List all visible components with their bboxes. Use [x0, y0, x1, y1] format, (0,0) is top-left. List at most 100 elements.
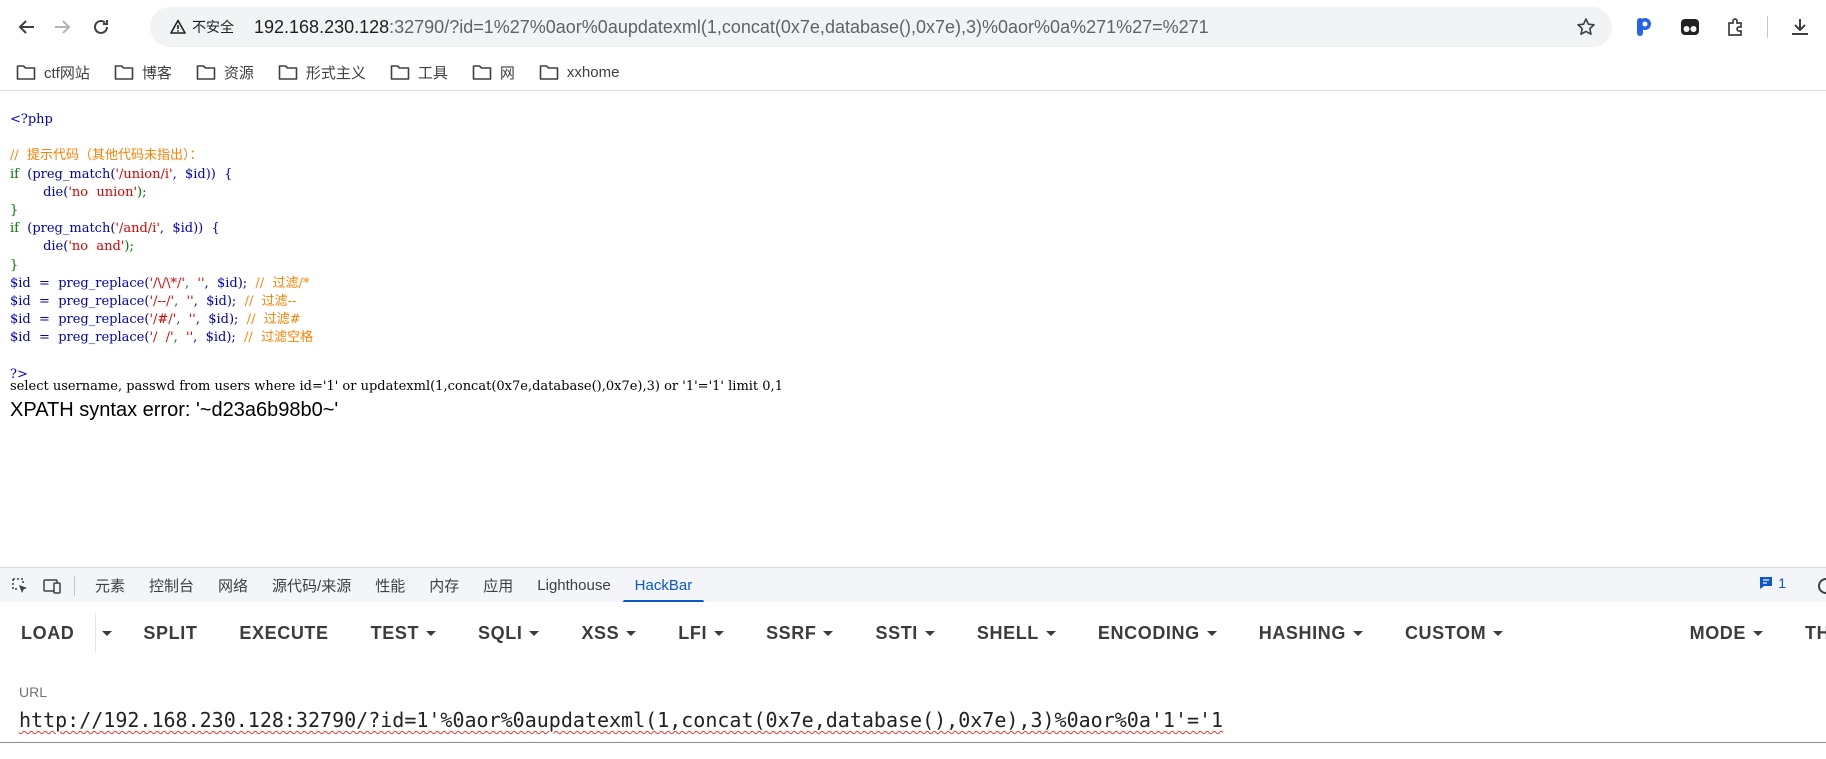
tab-divider — [74, 575, 75, 596]
reload-button[interactable] — [87, 13, 115, 41]
download-button[interactable] — [1786, 13, 1814, 41]
custom-menu-button[interactable]: CUSTOM — [1384, 623, 1524, 644]
test-label: TEST — [370, 622, 420, 643]
address-bar[interactable]: 不安全 192.168.230.128:32790/?id=1%27%0aor%… — [150, 7, 1612, 47]
sql-query-output: select username, passwd from users where… — [10, 379, 783, 394]
code-call: = preg_replace( — [30, 312, 150, 328]
back-button[interactable] — [13, 13, 41, 41]
chevron-down-icon — [626, 630, 637, 636]
extensions-button[interactable] — [1722, 13, 1750, 41]
chevron-down-icon — [1045, 630, 1056, 636]
bookmark-folder[interactable]: 资源 — [196, 62, 254, 83]
code-args: , $id)) { — [159, 221, 220, 237]
tab-lighthouse[interactable]: Lighthouse — [525, 568, 622, 603]
bookmark-folder[interactable]: ctf网站 — [16, 62, 90, 83]
tab-sources[interactable]: 源代码/来源 — [260, 568, 363, 603]
ssti-label: SSTI — [875, 622, 918, 643]
bookmark-label: ctf网站 — [44, 64, 90, 82]
sqli-label: SQLI — [478, 622, 523, 643]
code-string: '/and/i' — [115, 221, 160, 237]
code-brace: } — [10, 203, 19, 219]
code-args: , $id); — [195, 312, 239, 328]
gear-icon — [1818, 578, 1826, 594]
folder-icon — [390, 65, 410, 80]
url-text[interactable]: 192.168.230.128:32790/?id=1%27%0aor%0aup… — [254, 17, 1209, 38]
bookmark-label: 博客 — [141, 64, 172, 82]
code-args: , $id); — [193, 294, 237, 310]
security-label: 不安全 — [192, 19, 234, 35]
shell-menu-button[interactable]: SHELL — [956, 623, 1077, 644]
load-button[interactable]: LOAD — [0, 623, 95, 644]
tab-hackbar[interactable]: HackBar — [622, 568, 705, 603]
tab-application[interactable]: 应用 — [471, 568, 525, 603]
theme-menu-button[interactable]: TH — [1784, 623, 1826, 644]
ssrf-menu-button[interactable]: SSRF — [745, 623, 854, 644]
encoding-menu-button[interactable]: ENCODING — [1077, 623, 1238, 644]
device-icon — [43, 578, 61, 594]
bookmark-folder[interactable]: 网 — [472, 62, 515, 83]
inspect-element-button[interactable] — [8, 574, 32, 598]
hashing-label: HASHING — [1258, 622, 1346, 643]
chevron-down-icon — [1352, 630, 1363, 636]
code-var: $id — [10, 294, 31, 310]
issues-count: 1 — [1778, 575, 1786, 591]
ssti-menu-button[interactable]: SSTI — [854, 623, 955, 644]
tampermonkey-icon — [1681, 19, 1699, 35]
tab-elements[interactable]: 元素 — [83, 568, 137, 603]
tab-memory[interactable]: 内存 — [417, 568, 471, 603]
code-var: $id — [10, 275, 31, 291]
tab-performance[interactable]: 性能 — [363, 568, 417, 603]
code-comment: // 过滤/* — [247, 275, 310, 291]
bookmark-folder[interactable]: xxhome — [539, 63, 619, 81]
bookmark-folder[interactable]: 博客 — [114, 62, 172, 83]
test-menu-button[interactable]: TEST — [350, 623, 457, 644]
browser-toolbar: 不安全 192.168.230.128:32790/?id=1%27%0aor%… — [0, 0, 1826, 54]
bookmark-folder[interactable]: 工具 — [390, 62, 448, 83]
tab-network[interactable]: 网络 — [206, 568, 260, 603]
chevron-down-icon — [1206, 630, 1217, 636]
settings-button[interactable] — [1814, 576, 1826, 601]
device-toolbar-button[interactable] — [40, 574, 64, 598]
code-string: 'no and' — [68, 239, 125, 255]
mode-menu-button[interactable]: MODE — [1669, 623, 1784, 644]
code-string: '/union/i' — [115, 166, 173, 182]
tab-console[interactable]: 控制台 — [137, 568, 206, 603]
execute-button[interactable]: EXECUTE — [218, 623, 349, 644]
chevron-down-icon — [714, 630, 725, 636]
code-args: , $id)) { — [172, 166, 233, 182]
code-string: '' — [186, 294, 194, 310]
hashing-menu-button[interactable]: HASHING — [1238, 623, 1384, 644]
code-punct: , — [174, 294, 187, 310]
xpath-error-output: XPATH syntax error: '~d23a6b98b0~' — [10, 399, 339, 421]
load-dropdown-button[interactable] — [96, 630, 122, 636]
bookmark-folder[interactable]: 形式主义 — [278, 62, 366, 83]
code-call: die( — [43, 239, 69, 255]
bookmark-star-button[interactable] — [1576, 17, 1596, 42]
xss-label: XSS — [581, 622, 620, 643]
code-string: '/\/\*/' — [149, 275, 185, 291]
code-string: '/ /' — [149, 330, 174, 346]
url-input[interactable]: http://192.168.230.128:32790/?id=1'%0aor… — [19, 708, 1826, 732]
code-string: '/#/' — [149, 312, 177, 328]
puzzle-icon — [1728, 18, 1742, 36]
extension-p-button[interactable] — [1630, 13, 1658, 41]
bookmark-label: 资源 — [223, 64, 254, 82]
code-call: = preg_replace( — [30, 330, 150, 346]
code-call: (preg_match( — [27, 166, 116, 182]
security-chip[interactable]: 不安全 — [162, 13, 242, 41]
forward-button[interactable] — [48, 13, 76, 41]
lfi-label: LFI — [678, 622, 708, 643]
chevron-down-icon — [924, 630, 935, 636]
lfi-menu-button[interactable]: LFI — [657, 623, 745, 644]
xss-menu-button[interactable]: XSS — [560, 623, 657, 644]
sqli-menu-button[interactable]: SQLI — [457, 623, 560, 644]
code-comment: // 提示代码（其他代码未指出）： — [10, 148, 203, 164]
devtools-tab-strip: 元素 控制台 网络 源代码/来源 性能 内存 应用 Lighthouse Hac… — [0, 567, 1826, 603]
code-args: , $id); — [204, 275, 248, 291]
issues-badge[interactable]: 1 — [1758, 575, 1786, 591]
arrow-left-icon — [18, 20, 34, 34]
extension-tampermonkey-button[interactable] — [1676, 13, 1704, 41]
mode-label: MODE — [1689, 622, 1746, 643]
url-input-value: http://192.168.230.128:32790/?id=1'%0aor… — [19, 708, 1224, 732]
split-button[interactable]: SPLIT — [122, 623, 218, 644]
